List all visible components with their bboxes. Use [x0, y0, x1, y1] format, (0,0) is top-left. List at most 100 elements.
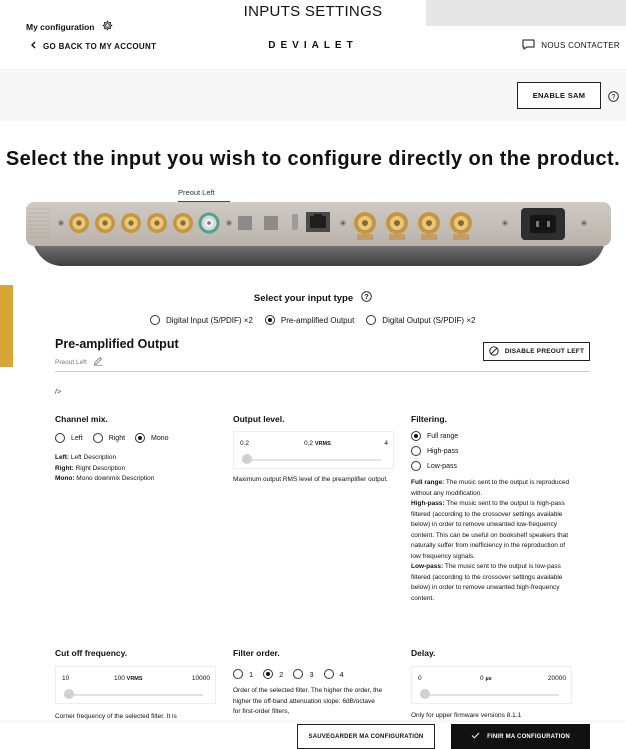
rca-jack[interactable] [95, 213, 115, 233]
input-type-digital-input[interactable]: Digital Input (S/PDIF) ×2 [150, 315, 253, 325]
disable-output-button[interactable]: DISABLE PREOUT LEFT [483, 342, 590, 361]
radio[interactable] [233, 669, 243, 679]
filtering-title: Filtering. [411, 414, 447, 424]
enable-sam-button[interactable]: ENABLE SAM [517, 82, 601, 109]
power-inlet[interactable] [521, 208, 565, 240]
finish-configuration-button[interactable]: FINIR MA CONFIGURATION [451, 724, 590, 749]
save-configuration-button[interactable]: SAUVEGARDER MA CONFIGURATION [297, 724, 435, 749]
filter-order-1[interactable]: 1 [233, 669, 253, 679]
radio[interactable] [411, 446, 421, 456]
help-icon[interactable]: ? [361, 291, 372, 305]
slider-min: 0.2 [240, 440, 250, 447]
radio[interactable] [366, 315, 377, 325]
filter-order-description: Order of the selected filter. The higher… [233, 687, 383, 715]
radio[interactable] [150, 315, 160, 325]
gear-icon[interactable] [102, 20, 113, 33]
slider-min: 0 [418, 675, 422, 682]
title-tab-shade [426, 0, 626, 26]
selected-port-label: Preout Left [178, 188, 215, 197]
output-level-slider[interactable]: 0.2 0,2 VRMS 4 [233, 431, 394, 469]
radio-selected[interactable] [135, 433, 146, 443]
filter-order-4[interactable]: 4 [323, 669, 344, 679]
cutoff-title: Cut off frequency. [55, 648, 128, 658]
slider-track[interactable] [64, 694, 203, 696]
filtering-full-range[interactable]: Full range [411, 431, 459, 441]
desc-key: Right: [55, 464, 74, 472]
filter-order-2[interactable]: 2 [263, 669, 283, 679]
top-nav: GO BACK TO MY ACCOUNT DEVIALET NOUS CONT… [0, 28, 626, 70]
slider-max: 10000 [191, 675, 210, 682]
check-icon [471, 732, 480, 741]
radio-selected[interactable] [263, 669, 274, 679]
option-label: Digital Output (S/PDIF) ×2 [382, 315, 476, 325]
channel-mix-options: Left Right Mono [55, 433, 169, 443]
output-level-title: Output level. [233, 414, 285, 424]
option-label: High-pass [427, 447, 459, 455]
contact-link[interactable]: NOUS CONTACTER [522, 39, 620, 52]
option-label: 4 [339, 669, 344, 679]
speaker-terminal[interactable] [354, 212, 376, 240]
rca-jack-preout-left-selected[interactable] [198, 212, 220, 234]
optical-port[interactable] [238, 216, 252, 230]
slider-knob[interactable] [242, 454, 252, 464]
screw [226, 220, 232, 226]
radio[interactable] [293, 669, 304, 679]
radio-selected[interactable] [264, 315, 275, 325]
filter-order-3[interactable]: 3 [293, 669, 314, 679]
my-configuration: My configuration [26, 20, 113, 33]
screw-left [58, 220, 64, 226]
channel-mix-title: Channel mix. [55, 414, 108, 424]
desc-text: Right Description [73, 464, 126, 472]
pencil-icon[interactable] [93, 356, 103, 368]
slider-unit: VRMS [126, 676, 143, 682]
option-label: 2 [279, 669, 284, 679]
stray-markup-text: /> [55, 389, 62, 396]
input-type-preamp-output[interactable]: Pre-amplified Output [264, 315, 354, 325]
channel-mix-mono[interactable]: Mono [135, 433, 169, 443]
desc-text: Left Description [69, 454, 117, 461]
option-label: Left [71, 434, 83, 442]
help-icon[interactable]: ? [608, 89, 619, 107]
divider [55, 371, 590, 372]
usb-port[interactable] [292, 214, 298, 230]
desc-key: Left: [55, 454, 70, 461]
device-rear-panel [26, 202, 611, 266]
speaker-terminal[interactable] [386, 212, 408, 240]
slider-knob[interactable] [64, 689, 74, 699]
input-type-title-text: Select your input type [253, 292, 354, 304]
radio[interactable] [323, 669, 334, 679]
screw [340, 220, 346, 226]
desc-key: Mono: [55, 475, 75, 482]
radio[interactable] [92, 433, 103, 443]
speaker-terminal[interactable] [418, 212, 440, 240]
speaker-terminal[interactable] [450, 212, 472, 240]
rca-jack[interactable] [173, 213, 193, 233]
filtering-high-pass[interactable]: High-pass [411, 446, 459, 456]
slider-value: 0 µs [480, 675, 492, 682]
radio[interactable] [411, 461, 421, 471]
slider-value-number: 100 [114, 675, 125, 682]
radio[interactable] [55, 433, 65, 443]
rca-jack[interactable] [69, 213, 89, 233]
delay-title: Delay. [411, 648, 436, 658]
slider-track[interactable] [242, 459, 381, 461]
desc-line: Right: Right Description [55, 464, 225, 475]
rca-jack[interactable] [121, 213, 141, 233]
ethernet-port[interactable] [306, 212, 330, 232]
slider-unit: µs [485, 676, 492, 682]
filtering-description: Full range: The music sent to the output… [411, 478, 576, 604]
slider-track[interactable] [420, 694, 559, 696]
option-label: 1 [249, 669, 254, 679]
rca-jack[interactable] [147, 213, 167, 233]
slider-value: 100 VRMS [114, 675, 143, 682]
cutoff-slider[interactable]: 10 100 VRMS 10000 [55, 666, 216, 704]
input-type-digital-output[interactable]: Digital Output (S/PDIF) ×2 [366, 315, 475, 325]
filtering-low-pass[interactable]: Low-pass [411, 461, 459, 471]
delay-slider[interactable]: 0 0 µs 20000 [411, 666, 572, 704]
filter-order-options: 1 2 3 4 [233, 669, 344, 679]
channel-mix-right[interactable]: Right [92, 433, 125, 443]
slider-knob[interactable] [420, 689, 430, 699]
radio-selected[interactable] [411, 431, 421, 441]
channel-mix-left[interactable]: Left [55, 433, 83, 443]
optical-port[interactable] [264, 216, 278, 230]
